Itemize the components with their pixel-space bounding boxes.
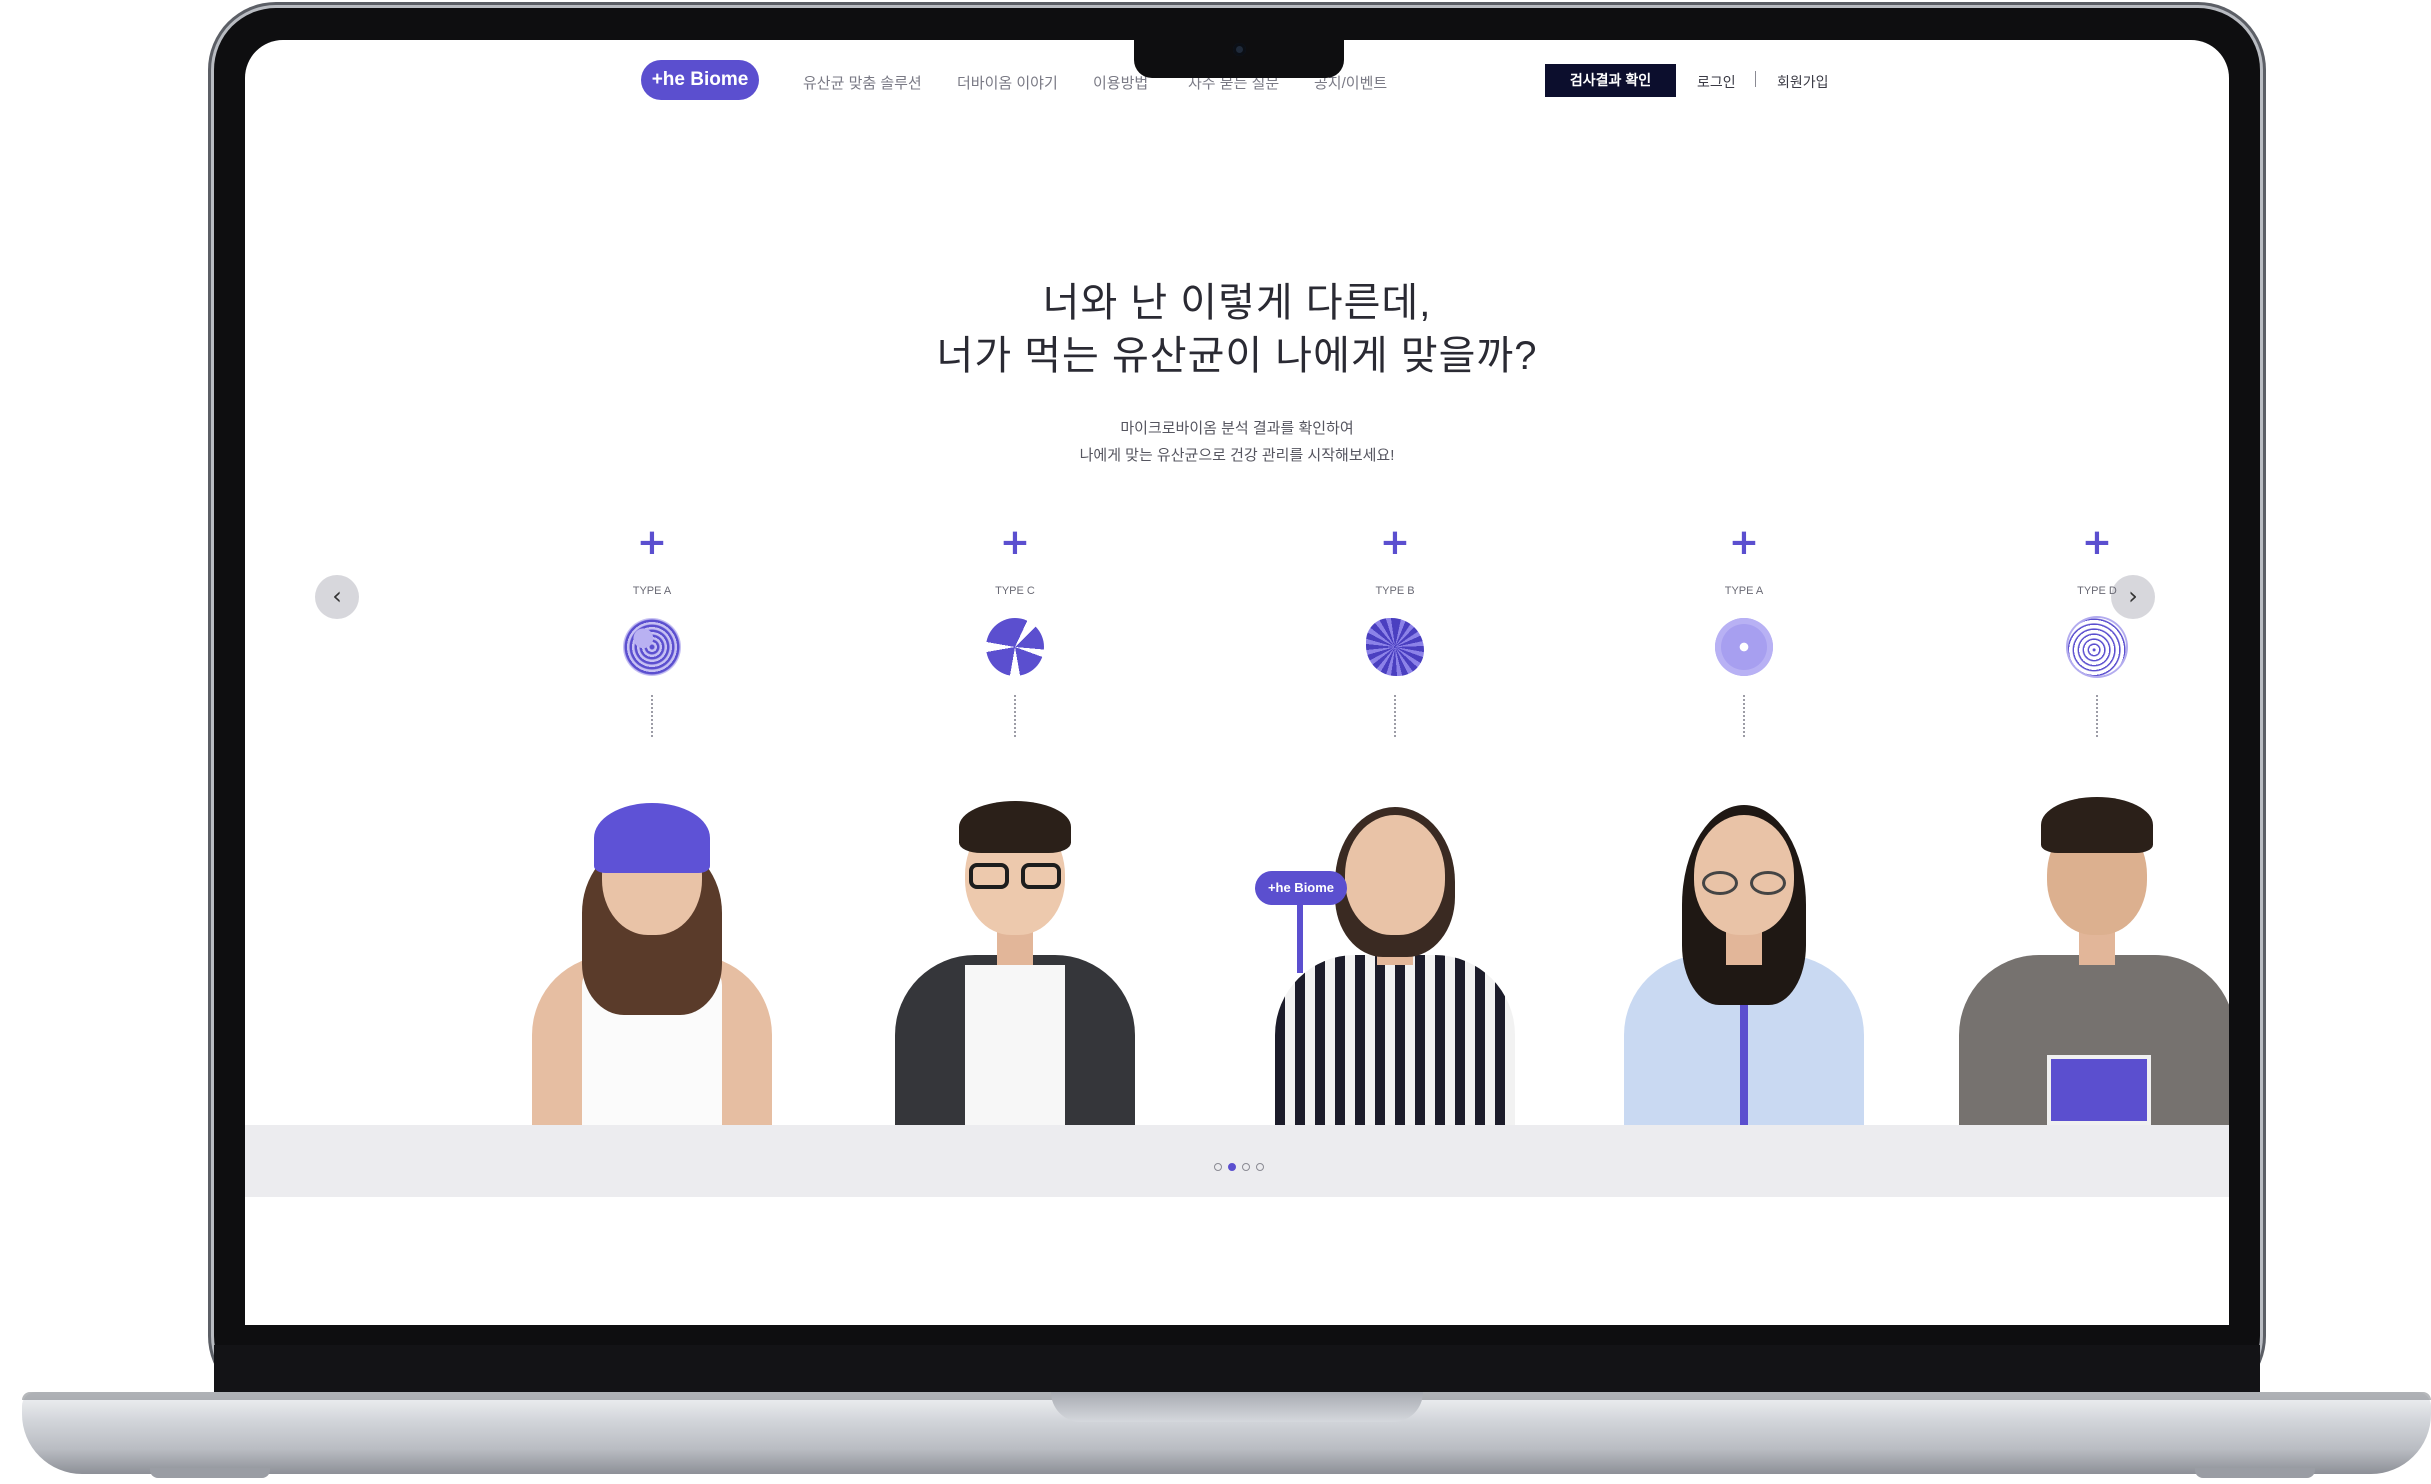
glasses-left-lens bbox=[1702, 871, 1738, 895]
nav-item-how-to-use[interactable]: 이용방법 bbox=[1093, 72, 1148, 93]
hero-headline-line1: 너와 난 이렇게 다른데, bbox=[1042, 281, 1432, 325]
carousel-prev-button[interactable]: ‹ bbox=[315, 575, 359, 619]
plus-icon: + bbox=[1379, 522, 1411, 563]
brand-box-prop bbox=[2047, 1055, 2151, 1125]
person-photo: +he Biome bbox=[1255, 807, 1525, 1125]
type-label: TYPE A bbox=[632, 585, 672, 597]
carousel-item[interactable]: + TYPE B +he Biome bbox=[1235, 525, 1555, 1125]
plus-icon: + bbox=[999, 522, 1031, 563]
connector-line bbox=[2096, 695, 2098, 737]
person-hair bbox=[2041, 797, 2153, 853]
connector-line bbox=[651, 695, 653, 737]
login-link[interactable]: 로그인 bbox=[1697, 72, 1736, 92]
plus-icon: + bbox=[1728, 522, 1760, 563]
plus-icon: + bbox=[636, 522, 668, 563]
hero-subtitle-line1: 마이크로바이옴 분석 결과를 확인하여 bbox=[1120, 420, 1354, 437]
microbe-icon bbox=[1366, 618, 1424, 676]
microbe-icon bbox=[986, 618, 1044, 676]
person-face bbox=[1345, 815, 1445, 935]
nav-divider bbox=[1755, 71, 1756, 87]
carousel-pagination[interactable] bbox=[1211, 1156, 1271, 1171]
brand-logo[interactable]: +he Biome bbox=[641, 60, 759, 100]
type-label: TYPE C bbox=[995, 585, 1035, 597]
person-photo bbox=[885, 801, 1145, 1125]
page-dot-active[interactable] bbox=[1228, 1163, 1236, 1171]
page-dot[interactable] bbox=[1256, 1163, 1264, 1171]
person-photo bbox=[522, 803, 782, 1125]
hero-headline-line2: 너가 먹는 유산균이 나에게 맞을까? bbox=[936, 334, 1538, 378]
glasses-left-lens bbox=[969, 863, 1009, 889]
glasses-right-lens bbox=[1750, 871, 1786, 895]
nav-item-solution[interactable]: 유산균 맞춤 솔루션 bbox=[803, 72, 922, 93]
person-photo bbox=[1959, 797, 2229, 1125]
connector-line bbox=[1394, 695, 1396, 737]
microbe-icon bbox=[1715, 618, 1773, 676]
connector-line bbox=[1014, 695, 1016, 737]
laptop-opening-notch bbox=[1051, 1392, 1423, 1422]
browser-viewport: +he Biome 유산균 맞춤 솔루션 더바이옴 이야기 이용방법 자주 묻는… bbox=[245, 40, 2229, 1325]
microbe-icon bbox=[623, 618, 681, 676]
carousel-item[interactable]: + TYPE C bbox=[855, 525, 1175, 1125]
plus-icon: + bbox=[2081, 522, 2113, 563]
check-results-button[interactable]: 검사결과 확인 bbox=[1545, 64, 1676, 97]
page-dot[interactable] bbox=[1242, 1163, 1250, 1171]
carousel-item[interactable]: + TYPE A bbox=[1584, 525, 1904, 1125]
microbe-icon bbox=[2068, 618, 2126, 676]
type-label: TYPE A bbox=[1724, 585, 1764, 597]
chevron-left-icon: ‹ bbox=[332, 582, 342, 610]
nav-item-story[interactable]: 더바이옴 이야기 bbox=[957, 72, 1058, 93]
hero-subtitle-line2: 나에게 맞는 유산균으로 건강 관리를 시작해보세요! bbox=[1079, 447, 1395, 464]
white-tshirt bbox=[965, 965, 1065, 1125]
page-dot[interactable] bbox=[1214, 1163, 1222, 1171]
biome-sign: +he Biome bbox=[1255, 871, 1347, 905]
connector-line bbox=[1743, 695, 1745, 737]
laptop-foot-right bbox=[2195, 1468, 2315, 1478]
laptop-foot-left bbox=[150, 1468, 270, 1478]
glasses-right-lens bbox=[1021, 863, 1061, 889]
type-label: TYPE B bbox=[1375, 585, 1415, 597]
person-body bbox=[1275, 955, 1515, 1125]
beanie-hat bbox=[594, 803, 710, 873]
carousel-item[interactable]: + TYPE A bbox=[492, 525, 812, 1125]
person-photo bbox=[1614, 805, 1874, 1125]
type-label: TYPE D bbox=[2077, 585, 2117, 597]
person-hair bbox=[959, 801, 1071, 853]
signup-link[interactable]: 회원가입 bbox=[1777, 72, 1829, 92]
carousel-item[interactable]: + TYPE D bbox=[1937, 525, 2229, 1125]
camera-icon bbox=[1233, 43, 1246, 56]
sign-stick bbox=[1297, 903, 1303, 973]
